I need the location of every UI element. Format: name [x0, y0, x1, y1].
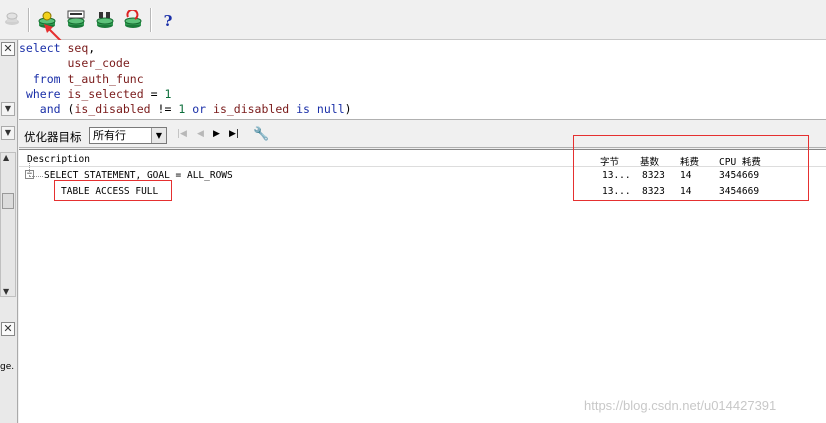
sql-text: t_auth_func: [67, 71, 144, 86]
annotation-box-cost-columns: [573, 135, 809, 201]
sql-editor[interactable]: select seq, user_code from t_auth_func w…: [19, 40, 826, 120]
optimizer-goal-label: 优化器目标: [24, 130, 82, 144]
tree-connector: [29, 163, 31, 176]
toolbar-separator: [28, 8, 30, 32]
side-scrollbar[interactable]: ▲ ▼: [0, 152, 16, 297]
chevron-down-icon: ▼: [151, 128, 166, 143]
wrench-icon[interactable]: 🔧: [253, 127, 269, 142]
code-line: from t_auth_func: [19, 72, 826, 87]
scroll-down-arrow-icon[interactable]: ▼: [3, 287, 9, 296]
sql-text: user_code: [67, 56, 130, 71]
sql-text: seq,: [67, 41, 96, 55]
code-line: select seq,: [19, 41, 826, 56]
header-description[interactable]: Description: [27, 154, 90, 165]
sql-text: (is_disabled != 1 or is_disabled is null…: [67, 102, 352, 117]
annotation-box-table-access: [54, 180, 172, 201]
expand-arrow-button[interactable]: ▼: [1, 126, 15, 140]
scrollbar-thumb[interactable]: [2, 193, 14, 209]
sql-keyword: from: [32, 71, 61, 86]
sql-keyword: select: [19, 41, 61, 55]
next-record-button[interactable]: ▶: [213, 129, 220, 139]
code-line: and (is_disabled != 1 or is_disabled is …: [19, 102, 826, 117]
close-panel-button[interactable]: ✕: [1, 42, 15, 56]
sql-text: is_selected = 1: [67, 86, 172, 101]
tree-view-icon: [96, 12, 114, 28]
watermark-text: https://blog.csdn.net/u014427391: [584, 398, 777, 413]
last-record-button[interactable]: ▶|: [229, 129, 239, 139]
refresh-plan-button[interactable]: [123, 8, 143, 30]
sql-keyword: and: [39, 102, 61, 117]
truncated-label: ge.: [0, 362, 15, 372]
toolbar-separator: [150, 8, 152, 32]
code-line: user_code: [19, 56, 826, 71]
optimizer-goal-value: 所有行: [93, 129, 126, 142]
collapse-arrow-button[interactable]: ▼: [1, 102, 15, 116]
tree-plan-button[interactable]: [95, 10, 115, 30]
left-side-panel: ✕ ▼ ▼ ▲ ▼ ✕ ge.: [0, 40, 18, 423]
code-line: where is_selected = 1: [19, 87, 826, 102]
refresh-plan-icon: [124, 8, 142, 28]
scroll-up-arrow-icon[interactable]: ▲: [3, 153, 9, 162]
close-panel-button-2[interactable]: ✕: [1, 322, 15, 336]
main-toolbar: ?: [0, 0, 826, 40]
previous-record-icon: ◀: [197, 129, 204, 139]
disabled-tool-icon: [3, 10, 23, 30]
sql-keyword: where: [25, 86, 61, 101]
optimizer-goal-select[interactable]: 所有行 ▼: [89, 127, 167, 144]
help-button[interactable]: ?: [160, 12, 176, 30]
tree-connector: [29, 176, 43, 178]
first-record-icon: |◀: [177, 129, 187, 139]
